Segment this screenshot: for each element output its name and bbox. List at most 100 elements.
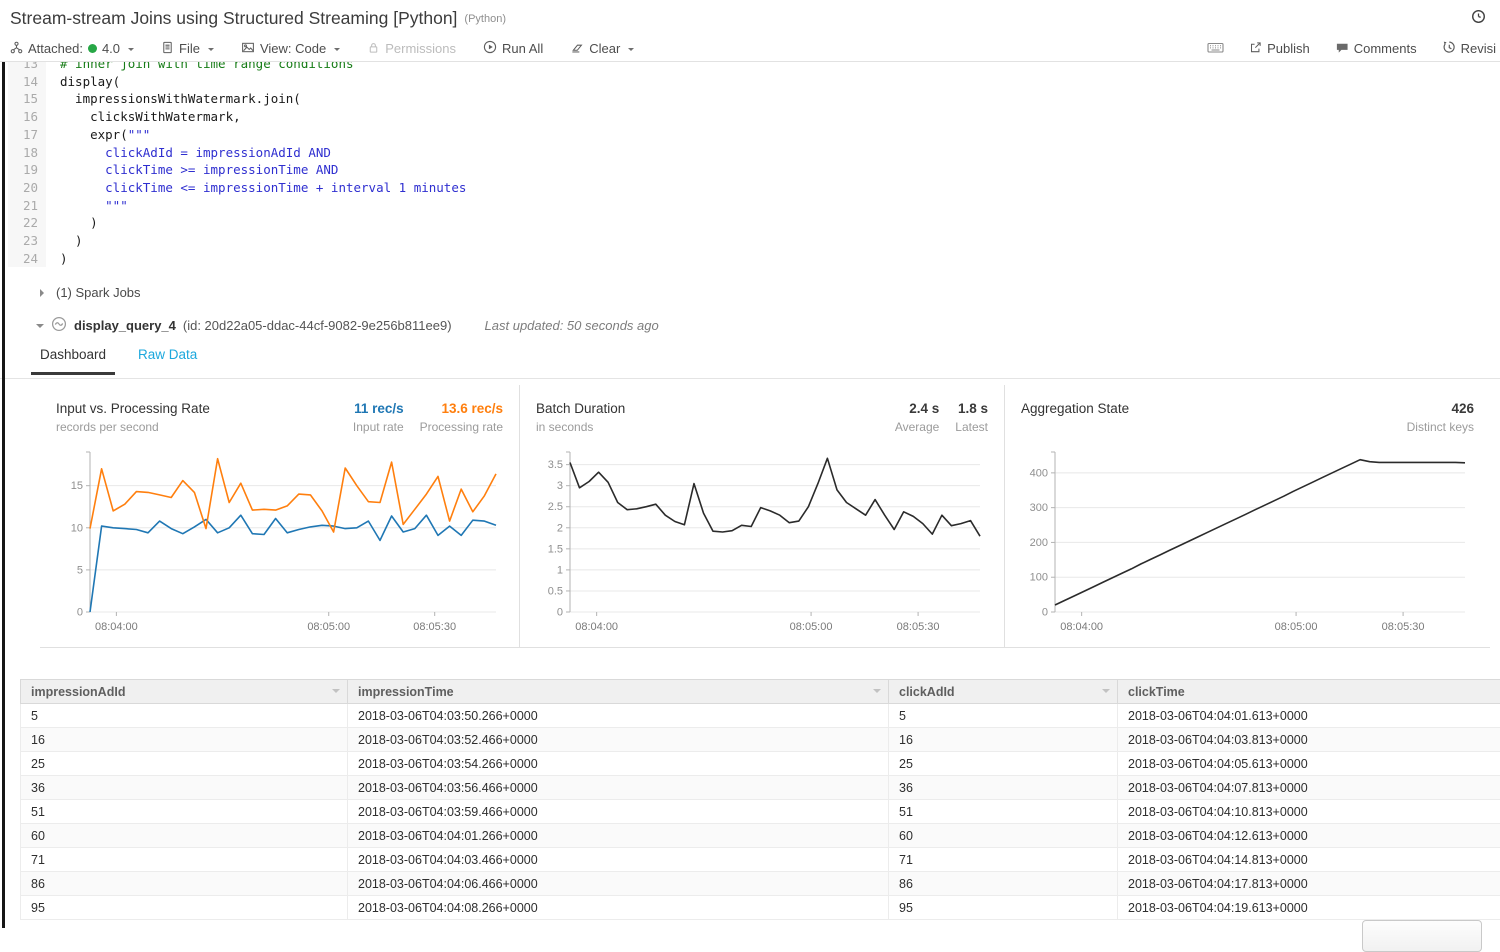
table-cell: 2018-03-06T04:04:05.613+0000 [1118, 752, 1500, 776]
code-text: clicksWithWatermark, [46, 108, 241, 126]
sort-caret-icon[interactable] [873, 689, 881, 697]
table-row: 602018-03-06T04:04:01.266+0000602018-03-… [21, 824, 1500, 848]
column-header-clickAdId[interactable]: clickAdId [889, 680, 1118, 704]
notebook-title[interactable]: Stream-stream Joins using Structured Str… [10, 8, 457, 29]
table-cell: 2018-03-06T04:04:03.466+0000 [348, 848, 889, 872]
chart-stat: 1.8 sLatest [955, 401, 988, 434]
svg-text:1.5: 1.5 [548, 543, 563, 555]
clear-label: Clear [589, 41, 620, 56]
svg-text:10: 10 [71, 522, 83, 534]
table-cell: 71 [889, 848, 1118, 872]
run-all-button[interactable]: Run All [483, 40, 543, 57]
svg-text:1: 1 [557, 564, 563, 576]
run-all-icon [483, 40, 497, 57]
svg-text:3: 3 [557, 480, 563, 492]
revision-history-button[interactable]: Revisi [1442, 40, 1496, 57]
clear-menu[interactable]: Clear [570, 41, 634, 57]
table-cell: 2018-03-06T04:04:14.813+0000 [1118, 848, 1500, 872]
schedule-clock-icon[interactable] [1471, 9, 1486, 29]
table-body: 52018-03-06T04:03:50.266+000052018-03-06… [21, 704, 1500, 920]
code-text: clickTime >= impressionTime AND [46, 161, 338, 179]
publish-button[interactable]: Publish [1249, 41, 1310, 57]
svg-text:3.5: 3.5 [548, 459, 563, 471]
code-text: ) [46, 232, 83, 250]
selected-cell-indicator [2, 53, 5, 928]
view-menu[interactable]: View: Code [241, 41, 340, 57]
line-number: 16 [8, 108, 46, 126]
publish-icon [1249, 41, 1262, 57]
line-number: 23 [8, 232, 46, 250]
expand-right-icon [40, 289, 48, 297]
publish-label: Publish [1267, 41, 1310, 56]
attached-cluster-menu[interactable]: Attached: 4.0 [10, 41, 134, 57]
comments-button[interactable]: Comments [1335, 41, 1417, 57]
collapse-down-icon[interactable] [36, 324, 44, 332]
table-cell: 95 [21, 896, 348, 920]
column-header-label: impressionAdId [31, 685, 125, 699]
sort-caret-icon[interactable] [332, 689, 340, 697]
table-row: 712018-03-06T04:04:03.466+0000712018-03-… [21, 848, 1500, 872]
chart-stat-label: Latest [955, 420, 988, 434]
table-cell: 2018-03-06T04:04:08.266+0000 [348, 896, 889, 920]
streaming-query-icon [51, 316, 67, 335]
language-badge: (Python) [464, 13, 506, 25]
table-cell: 60 [889, 824, 1118, 848]
svg-text:08:04:00: 08:04:00 [575, 621, 618, 633]
sort-caret-icon[interactable] [1102, 689, 1110, 697]
table-cell: 5 [21, 704, 348, 728]
code-text: ) [46, 250, 68, 268]
code-lines: 13# inner join with time range condition… [8, 55, 1500, 267]
eraser-icon [570, 41, 584, 57]
table-cell: 5 [889, 704, 1118, 728]
code-line: 14display( [8, 73, 1500, 91]
code-line: 16 clicksWithWatermark, [8, 108, 1500, 126]
table-cell: 2018-03-06T04:04:19.613+0000 [1118, 896, 1500, 920]
svg-text:08:05:30: 08:05:30 [897, 621, 940, 633]
chart-stats: 426Distinct keys [1407, 401, 1476, 434]
column-header-impressionTime[interactable]: impressionTime [348, 680, 889, 704]
streaming-dashboard: Input vs. Processing Rate records per se… [40, 385, 1490, 648]
comments-label: Comments [1354, 41, 1417, 56]
code-line: 24) [8, 250, 1500, 268]
table-cell: 16 [21, 728, 348, 752]
lock-icon [367, 41, 380, 57]
column-header-clickTime[interactable]: clickTime [1118, 680, 1500, 704]
tab-dashboard[interactable]: Dashboard [31, 347, 115, 375]
last-updated-text: Last updated: 50 seconds ago [485, 318, 659, 333]
code-editor[interactable]: 13# inner join with time range condition… [8, 55, 1500, 267]
line-number: 14 [8, 73, 46, 91]
keyboard-shortcuts-button[interactable] [1207, 41, 1224, 57]
file-label: File [179, 41, 200, 56]
line-number: 22 [8, 214, 46, 232]
table-cell: 25 [21, 752, 348, 776]
spark-jobs-toggle[interactable]: (1) Spark Jobs [40, 285, 141, 300]
table-footer-button[interactable] [1362, 920, 1482, 952]
tab-raw-data[interactable]: Raw Data [129, 347, 206, 375]
file-menu[interactable]: File [161, 41, 214, 57]
table-cell: 51 [21, 800, 348, 824]
chart-subtitle: records per second [56, 420, 210, 434]
tabs-divider [0, 378, 1500, 379]
code-line: 20 clickTime <= impressionTime + interva… [8, 179, 1500, 197]
line-number: 15 [8, 90, 46, 108]
tab-raw-data-label: Raw Data [138, 347, 197, 362]
column-header-label: impressionTime [358, 685, 454, 699]
code-line: 23 ) [8, 232, 1500, 250]
column-header-impressionAdId[interactable]: impressionAdId [21, 680, 348, 704]
code-line: 22 ) [8, 214, 1500, 232]
tab-dashboard-label: Dashboard [40, 347, 106, 362]
table-row: 952018-03-06T04:04:08.266+0000952018-03-… [21, 896, 1500, 920]
chart-stat: 426Distinct keys [1407, 401, 1474, 434]
table-cell: 2018-03-06T04:03:52.466+0000 [348, 728, 889, 752]
table-cell: 36 [889, 776, 1118, 800]
run-all-label: Run All [502, 41, 543, 56]
svg-text:08:05:00: 08:05:00 [307, 621, 350, 633]
code-line: 17 expr(""" [8, 126, 1500, 144]
table-cell: 2018-03-06T04:04:01.613+0000 [1118, 704, 1500, 728]
table-cell: 95 [889, 896, 1118, 920]
table-cell: 2018-03-06T04:04:06.466+0000 [348, 872, 889, 896]
table-cell: 2018-03-06T04:03:59.466+0000 [348, 800, 889, 824]
svg-text:200: 200 [1030, 537, 1048, 549]
code-line: 15 impressionsWithWatermark.join( [8, 90, 1500, 108]
svg-text:08:05:30: 08:05:30 [1382, 621, 1425, 633]
